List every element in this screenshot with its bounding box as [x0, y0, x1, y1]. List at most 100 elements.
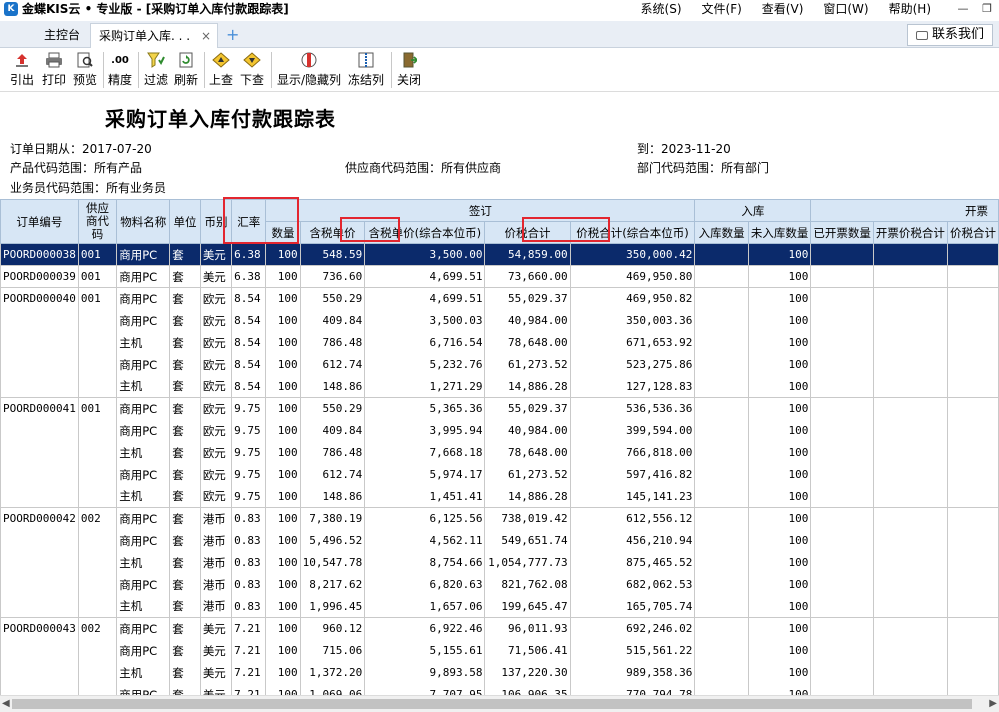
in-qty-cell: [694, 397, 749, 420]
col-invoiced-qty[interactable]: 已开票数量: [810, 221, 874, 244]
total-cell: 14,886.28: [484, 485, 571, 508]
item-name-cell: 商用PC: [116, 287, 171, 310]
col-in-qty[interactable]: 入库数量: [694, 221, 749, 244]
menu-window[interactable]: 窗口(W): [823, 0, 868, 17]
freeze-columns-button[interactable]: 冻结列: [348, 51, 384, 88]
item-name-cell: 商用PC: [116, 419, 171, 442]
table-row[interactable]: 商用PC 套港币 0.83 100 8,217.62 6,820.63 821,762.08…: [0, 573, 999, 596]
close-icon[interactable]: ×: [201, 24, 211, 48]
item-name-cell: 主机: [116, 485, 171, 508]
table-row[interactable]: 主机套美元 7.21 100 1,372.20 9,893.58 137,220.30 98…: [0, 661, 999, 684]
table-row[interactable]: 商用PC 套美元 7.21 100 1,069.06 7,707.95 106,906.35…: [0, 683, 999, 695]
close-door-icon: [397, 51, 421, 69]
invoiced-qty-cell: [810, 573, 874, 596]
col-unit[interactable]: 单位: [169, 199, 201, 244]
menu-file[interactable]: 文件(F): [702, 0, 742, 17]
invoice-total-2-cell: [946, 287, 999, 310]
table-row[interactable]: 主机套港币 0.83 100 1,996.45 1,657.06 199,645.47 16…: [0, 595, 999, 618]
col-invoice-total[interactable]: 开票价税合计: [872, 221, 948, 244]
not-in-qty-cell: 100: [747, 419, 812, 442]
currency-cell: 欧元: [199, 485, 233, 508]
table-row[interactable]: 商用PC 套欧元 8.54 100 612.74 5,232.76 61,273.52 523…: [0, 353, 999, 376]
restore-icon[interactable]: ❐: [975, 2, 999, 15]
currency-cell: 欧元: [199, 419, 233, 442]
col-tax-price[interactable]: 含税单价: [299, 221, 366, 244]
minimize-icon[interactable]: —: [951, 2, 975, 15]
col-supplier-code[interactable]: 供应商代码: [77, 199, 118, 244]
table-row[interactable]: 主机套欧元 8.54 100 786.48 6,716.54 78,648.00 671,6…: [0, 331, 999, 354]
contact-us-label: 联系我们: [931, 27, 984, 42]
total-base-cell: 671,653.92: [569, 331, 696, 354]
table-row[interactable]: 商用PC 套欧元 9.75 100 409.84 3,995.94 40,984.00 399…: [0, 419, 999, 442]
table-row[interactable]: 主机套欧元 8.54 100 148.86 1,271.29 14,886.28 127,1…: [0, 375, 999, 398]
tab-home[interactable]: 主控台: [36, 23, 88, 48]
col-currency[interactable]: 币别: [199, 199, 233, 244]
invoiced-qty-cell: [810, 441, 874, 464]
table-row[interactable]: 主机套港币 0.83 100 10,547.78 8,754.66 1,054,777.7…: [0, 551, 999, 574]
tab-report[interactable]: 采购订单入库. . . ×: [90, 23, 218, 48]
query-up-button[interactable]: 上查: [209, 51, 233, 88]
precision-icon: .00: [111, 54, 129, 66]
toolbar-separator: [138, 52, 139, 88]
col-tax-price-base[interactable]: 含税单价(综合本位币): [364, 221, 486, 244]
close-button[interactable]: 关闭: [397, 51, 421, 88]
refresh-button[interactable]: 刷新: [174, 51, 198, 88]
query-down-button[interactable]: 下查: [240, 51, 264, 88]
unit-cell: 套: [169, 463, 201, 486]
currency-cell: 美元: [199, 265, 233, 288]
tax-price-base-cell: 3,995.94: [364, 419, 486, 442]
qty-cell: 100: [265, 287, 301, 310]
col-order-no[interactable]: 订单编号: [0, 199, 79, 244]
col-item-name[interactable]: 物料名称: [116, 199, 171, 244]
table-row[interactable]: 商用PC 套美元 7.21 100 715.06 5,155.61 71,506.41 515…: [0, 639, 999, 662]
not-in-qty-cell: 100: [747, 683, 812, 695]
col-qty[interactable]: 数量: [265, 221, 301, 244]
filter-button[interactable]: 过滤: [144, 51, 168, 88]
total-base-cell: 469,950.82: [569, 287, 696, 310]
table-row[interactable]: 商用PC 套欧元 9.75 100 612.74 5,974.17 61,273.52 597…: [0, 463, 999, 486]
invoice-total-cell: [872, 639, 948, 662]
add-tab-icon[interactable]: +: [226, 25, 239, 44]
col-invoice-total-2[interactable]: 价税合计: [946, 221, 999, 244]
menu-system[interactable]: 系统(S): [641, 0, 682, 17]
currency-cell: 美元: [199, 617, 233, 640]
col-not-in-qty[interactable]: 未入库数量: [747, 221, 812, 244]
tax-price-cell: 960.12: [299, 617, 366, 640]
scroll-right-icon[interactable]: ▶: [989, 698, 997, 709]
supplier-code-cell: 002: [77, 617, 118, 640]
col-rate[interactable]: 汇率: [231, 199, 267, 244]
report-grid[interactable]: 订单编号 供应商代码 物料名称 单位 币别 汇率 签订 入库 开票 数量 含税单…: [0, 199, 999, 695]
horizontal-scrollbar[interactable]: ◀ ▶: [0, 695, 999, 712]
table-row[interactable]: POORD000039 001 商用PC 套美元 6.38 100 736.60 4,699.…: [0, 265, 999, 288]
table-row[interactable]: 商用PC 套港币 0.83 100 5,496.52 4,562.11 549,651.74…: [0, 529, 999, 552]
scrollbar-thumb[interactable]: [12, 699, 972, 709]
col-total[interactable]: 价税合计: [484, 221, 571, 244]
menu-help[interactable]: 帮助(H): [889, 0, 931, 17]
print-button[interactable]: 打印: [42, 51, 66, 88]
table-row[interactable]: POORD000038 001 商用PC 套美元 6.38 100 548.59 3,500.…: [0, 243, 999, 266]
table-row[interactable]: POORD000042 002 商用PC 套港币 0.83 100 7,380.19 6,12…: [0, 507, 999, 530]
in-qty-cell: [694, 529, 749, 552]
table-row[interactable]: 主机套欧元 9.75 100 786.48 7,668.18 78,648.00 766,8…: [0, 441, 999, 464]
total-cell: 199,645.47: [484, 595, 571, 618]
table-row[interactable]: 商用PC 套欧元 8.54 100 409.84 3,500.03 40,984.00 350…: [0, 309, 999, 332]
precision-button[interactable]: .00 精度: [108, 51, 132, 88]
col-total-base[interactable]: 价税合计(综合本位币): [569, 221, 696, 244]
scroll-left-icon[interactable]: ◀: [2, 698, 10, 709]
table-row[interactable]: POORD000040 001 商用PC 套欧元 8.54 100 550.29 4,699.…: [0, 287, 999, 310]
export-button[interactable]: 引出: [10, 51, 34, 88]
tax-price-base-cell: 7,668.18: [364, 441, 486, 464]
table-row[interactable]: POORD000041 001 商用PC 套欧元 9.75 100 550.29 5,365.…: [0, 397, 999, 420]
preview-button[interactable]: 预览: [73, 51, 97, 88]
show-hide-columns-button[interactable]: 显示/隐藏列: [277, 51, 341, 88]
contact-us-button[interactable]: 联系我们: [906, 24, 993, 46]
qty-cell: 100: [265, 639, 301, 662]
table-row[interactable]: POORD000043 002 商用PC 套美元 7.21 100 960.12 6,922.…: [0, 617, 999, 640]
invoiced-qty-cell: [810, 683, 874, 695]
invoice-total-cell: [872, 441, 948, 464]
menu-view[interactable]: 查看(V): [762, 0, 804, 17]
table-row[interactable]: 主机套欧元 9.75 100 148.86 1,451.41 14,886.28 145,1…: [0, 485, 999, 508]
rate-cell: 0.83: [231, 551, 267, 574]
qty-cell: 100: [265, 375, 301, 398]
item-name-cell: 商用PC: [116, 265, 171, 288]
